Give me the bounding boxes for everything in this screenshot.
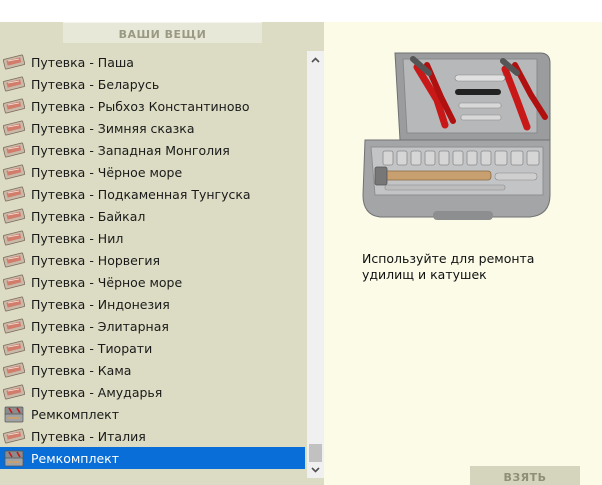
list-item[interactable]: Путевка - Норвегия [0, 249, 305, 271]
list-item-label: Путевка - Норвегия [31, 252, 161, 268]
ticket-icon [3, 230, 25, 246]
list-item-label: Путевка - Италия [31, 428, 146, 444]
ticket-icon [3, 164, 25, 180]
ticket-icon [3, 340, 25, 356]
inventory-list: Путевка - Паша Путевка - Беларусь Путевка … [0, 51, 305, 469]
list-item[interactable]: Путевка - Тиорати [0, 337, 305, 359]
ticket-icon [3, 98, 25, 114]
list-item-label: Путевка - Зимняя сказка [31, 120, 195, 136]
ticket-icon [3, 296, 25, 312]
scrollbar-thumb[interactable] [309, 444, 322, 462]
list-scrollbar[interactable] [307, 51, 324, 478]
list-item-label: Путевка - Байкал [31, 208, 146, 224]
list-item[interactable]: Ремкомплект [0, 447, 305, 469]
list-item[interactable]: Путевка - Амударья [0, 381, 305, 403]
list-item[interactable]: Путевка - Беларусь [0, 73, 305, 95]
list-item[interactable]: Путевка - Подкаменная Тунгуска [0, 183, 305, 205]
list-item-label: Путевка - Чёрное море [31, 274, 183, 290]
list-item[interactable]: Путевка - Паша [0, 51, 305, 73]
list-item-label: Путевка - Тиорати [31, 340, 153, 356]
list-item-label: Путевка - Западная Монголия [31, 142, 230, 158]
list-item[interactable]: Путевка - Италия [0, 425, 305, 447]
ticket-icon [3, 142, 25, 158]
list-item[interactable]: Путевка - Индонезия [0, 293, 305, 315]
scroll-up-arrow-icon[interactable] [307, 51, 324, 68]
list-item[interactable]: Путевка - Нил [0, 227, 305, 249]
scroll-down-arrow-icon[interactable] [307, 461, 324, 478]
ticket-icon [3, 208, 25, 224]
ticket-icon [3, 252, 25, 268]
list-item-label: Путевка - Рыбхоз Константиново [31, 98, 250, 114]
list-item[interactable]: Путевка - Чёрное море [0, 271, 305, 293]
ticket-icon [3, 428, 25, 444]
toolkit-icon [3, 449, 25, 467]
ticket-icon [3, 274, 25, 290]
toolkit-image [355, 45, 560, 225]
list-item[interactable]: Путевка - Чёрное море [0, 161, 305, 183]
ticket-icon [3, 120, 25, 136]
item-description: Используйте для ремонта удилищ и катушек [362, 251, 535, 282]
list-item-label: Ремкомплект [31, 450, 119, 466]
list-item[interactable]: Путевка - Байкал [0, 205, 305, 227]
list-item-label: Путевка - Нил [31, 230, 124, 246]
list-item-label: Путевка - Подкаменная Тунгуска [31, 186, 251, 202]
list-item[interactable]: Путевка - Западная Монголия [0, 139, 305, 161]
take-button[interactable]: ВЗЯТЬ [470, 466, 580, 485]
list-item-label: Путевка - Беларусь [31, 76, 160, 92]
ticket-icon [3, 76, 25, 92]
list-item[interactable]: Путевка - Кама [0, 359, 305, 381]
toolkit-icon [3, 405, 25, 423]
list-item[interactable]: Ремкомплект [0, 403, 305, 425]
take-button-label: ВЗЯТЬ [503, 471, 547, 484]
list-item-label: Путевка - Паша [31, 54, 134, 70]
list-item[interactable]: Путевка - Рыбхоз Константиново [0, 95, 305, 117]
ticket-icon [3, 384, 25, 400]
list-item-label: Ремкомплект [31, 406, 119, 422]
list-item-label: Путевка - Чёрное море [31, 164, 183, 180]
ticket-icon [3, 54, 25, 70]
list-item[interactable]: Путевка - Элитарная [0, 315, 305, 337]
inventory-title: ВАШИ ВЕЩИ [118, 28, 207, 41]
ticket-icon [3, 186, 25, 202]
list-item-label: Путевка - Индонезия [31, 296, 170, 312]
ticket-icon [3, 318, 25, 334]
list-item[interactable]: Путевка - Зимняя сказка [0, 117, 305, 139]
ticket-icon [3, 362, 25, 378]
list-item-label: Путевка - Элитарная [31, 318, 169, 334]
list-item-label: Путевка - Амударья [31, 384, 163, 400]
inventory-header: ВАШИ ВЕЩИ [63, 22, 262, 43]
list-item-label: Путевка - Кама [31, 362, 132, 378]
inventory-list-box: Путевка - Паша Путевка - Беларусь Путевка … [0, 51, 324, 485]
